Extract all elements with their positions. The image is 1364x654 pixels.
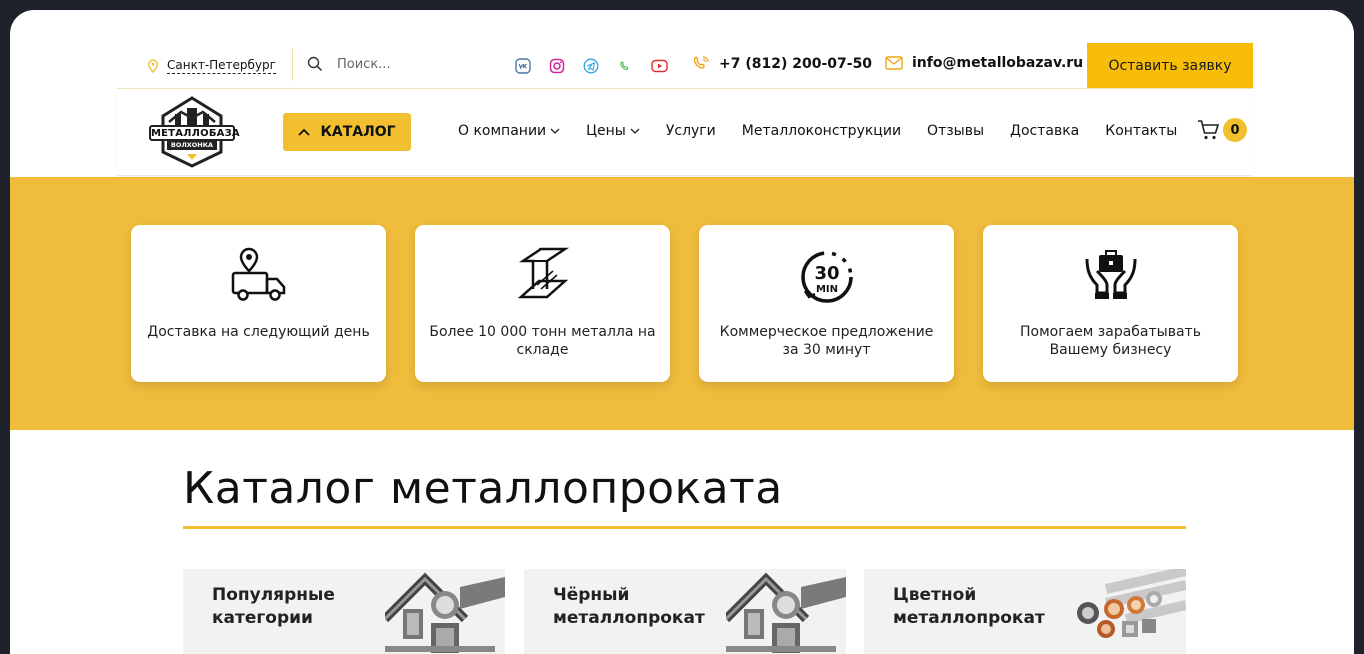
location-pin-icon [148,59,158,73]
logo-text-line2: ВОЛХОНКА [170,141,214,149]
phone-number: +7 (812) 200-07-50 [719,56,873,72]
chevron-down-icon [550,128,560,134]
nav-item-label: Цены [586,123,626,139]
nonferrous-pipes-image [1077,569,1186,638]
feature-card: Более 10 000 тонн металла на складе [415,225,670,382]
chevron-up-icon [298,128,311,136]
leave-request-button[interactable]: Оставить заявку [1087,43,1253,88]
cart-icon [1198,120,1220,140]
city-label: Санкт-Петербург [167,58,276,74]
mail-icon [885,56,903,70]
nav-item-prices[interactable]: Цены [586,123,640,139]
page: Санкт-Петербург Поиск... +7 (812) 200-07… [10,10,1354,654]
city-selector[interactable]: Санкт-Петербург [147,56,276,76]
metal-profiles-image [726,572,846,653]
top-bar: Санкт-Петербург Поиск... +7 (812) 200-07… [117,43,1253,89]
catalog-title: Каталог металлопроката [183,463,783,514]
card-title-line2: металлопрокат [553,608,705,628]
card-title-line1: Цветной [893,585,977,605]
instagram-icon[interactable] [547,56,567,76]
vk-icon[interactable] [513,56,533,76]
badge-unit: MIN [815,284,837,295]
cart-count-badge: 0 [1223,118,1247,142]
card-title-line1: Популярные [212,585,335,605]
site-logo[interactable]: МЕТАЛЛОБАЗА ВОЛХОНКА [147,96,240,168]
nav-item-contacts[interactable]: Контакты [1105,123,1177,139]
nav-item-label: Металлоконструкции [741,123,902,139]
thirty-min-icon: 30MIN [800,251,853,303]
browser-frame: Санкт-Петербург Поиск... +7 (812) 200-07… [0,0,1364,654]
feature-card: Помогаем зарабатывать Вашему бизнесу [983,225,1238,382]
nav-item-label: Контакты [1105,123,1178,139]
cart-button[interactable]: 0 [1197,118,1247,142]
phone-icon [693,56,709,69]
card-title-line2: категории [212,608,313,628]
nav-item-label: Доставка [1010,123,1080,139]
badge-number: 30 [814,263,839,284]
nav-item-label: Отзывы [927,123,985,139]
feature-card: Доставка на следующий день [131,225,386,382]
nav-item-label: О компании [458,123,547,139]
catalog-label: КАТАЛОГ [320,124,396,140]
chevron-down-icon [630,128,640,134]
nav-menu: О компании Цены Услуги Металлоконструкци… [458,123,1203,139]
catalog-card-nonferrous[interactable]: Цветной металлопрокат [864,569,1186,654]
feature-text: Более 10 000 тонн металла на складе [429,324,656,358]
search-icon [307,56,323,72]
divider [292,49,293,81]
metal-profiles-image [385,572,505,653]
search-input[interactable]: Поиск... [337,57,391,72]
delivery-truck-icon [231,247,285,301]
feature-text: Помогаем зарабатывать Вашему бизнесу [1020,324,1201,358]
whatsapp-icon[interactable] [615,56,635,76]
catalog-card-popular[interactable]: Популярные категории [183,569,505,654]
card-title-line2: металлопрокат [893,608,1045,628]
nav-item-reviews[interactable]: Отзывы [927,123,984,139]
nav-item-delivery[interactable]: Доставка [1010,123,1079,139]
nav-item-about[interactable]: О компании [458,123,560,139]
phone-link[interactable]: +7 (812) 200-07-50 [692,55,872,73]
catalog-card-ferrous[interactable]: Чёрный металлопрокат [524,569,846,654]
feature-text: Доставка на следующий день [147,324,370,340]
search-box[interactable]: Поиск... [307,56,391,72]
youtube-icon[interactable] [649,56,669,76]
nav-item-label: Услуги [665,123,716,139]
email-link[interactable]: info@metallobazav.ru [885,55,1083,71]
hands-briefcase-icon [1085,250,1136,299]
telegram-icon[interactable] [581,56,601,76]
social-links [513,56,669,76]
nav-item-metal-structures[interactable]: Металлоконструкции [742,123,901,139]
feature-text: Коммерческое предложение за 30 минут [719,324,934,358]
email-address: info@metallobazav.ru [912,55,1084,71]
catalog-button[interactable]: КАТАЛОГ [283,113,411,151]
main-nav: МЕТАЛЛОБАЗА ВОЛХОНКА КАТАЛОГ О компании … [117,90,1253,176]
features-band: Доставка на следующий день Более 10 000 … [10,177,1354,430]
nav-item-services[interactable]: Услуги [666,123,716,139]
title-underline [183,526,1186,529]
steel-beam-icon [517,247,569,299]
card-title-line1: Чёрный [553,585,630,605]
feature-card: 30 MIN Коммерческое предложение за 30 мин… [699,225,954,382]
logo-text-line1: МЕТАЛЛОБАЗА [151,128,240,139]
